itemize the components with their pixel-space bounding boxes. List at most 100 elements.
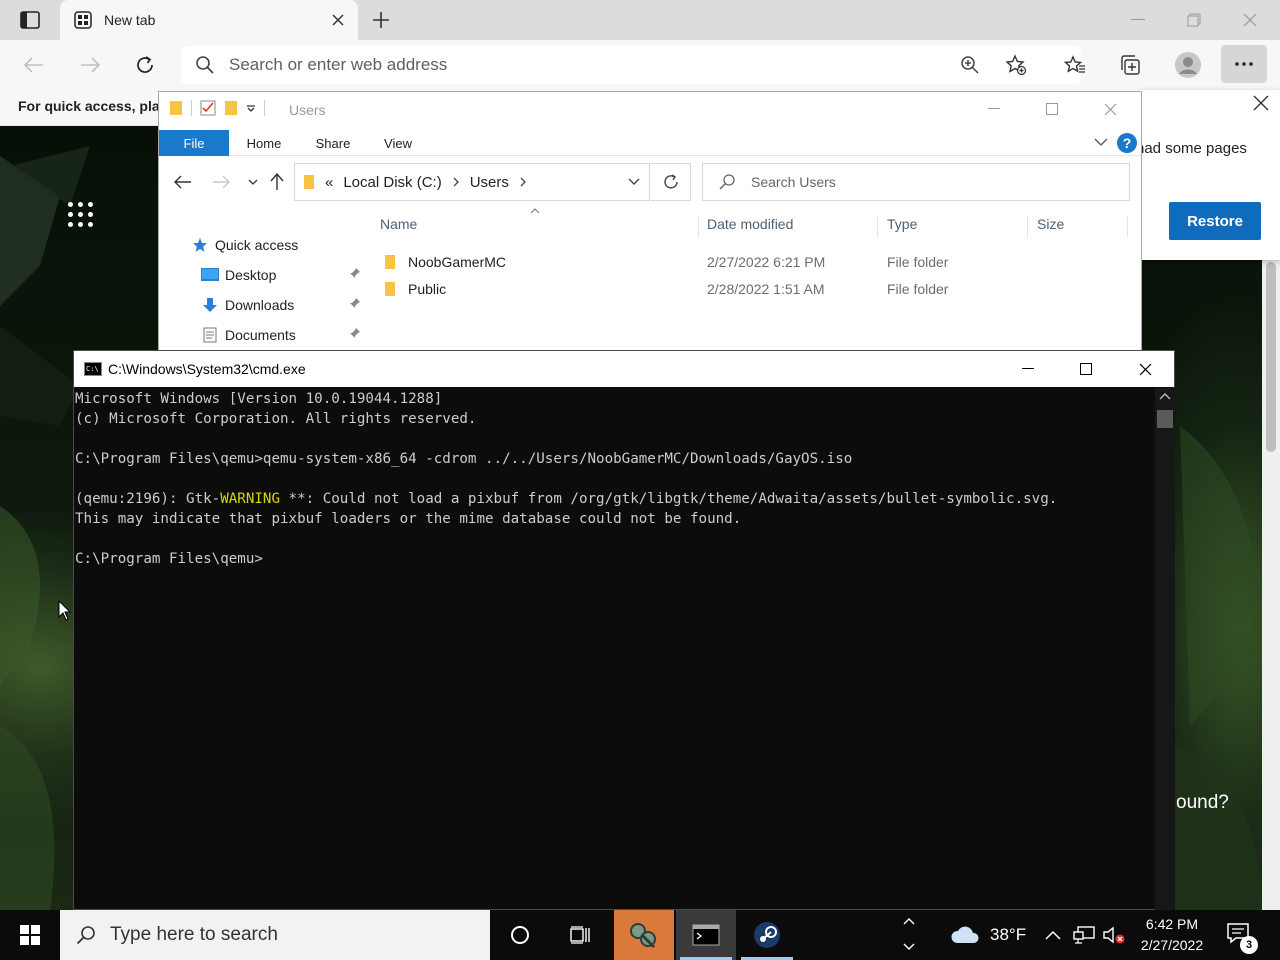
- file-date: 2/28/2022 1:51 AM: [707, 281, 825, 297]
- taskbar-clock[interactable]: 6:42 PM 2/27/2022: [1130, 914, 1214, 956]
- explorer-forward-button[interactable]: [209, 170, 233, 194]
- back-button[interactable]: [18, 49, 50, 81]
- chevron-up-icon[interactable]: [902, 916, 916, 926]
- explorer-address-bar[interactable]: « Local Disk (C:) Users: [294, 163, 650, 201]
- column-header-name[interactable]: Name: [371, 216, 699, 238]
- arrow-left-icon: [24, 57, 43, 73]
- favorites-button[interactable]: [1059, 49, 1091, 81]
- desktop-icon: [201, 268, 219, 281]
- explorer-back-button[interactable]: [171, 170, 195, 194]
- new-tab-button[interactable]: [366, 6, 396, 34]
- properties-icon[interactable]: [200, 100, 216, 116]
- add-favorite-button[interactable]: [1000, 49, 1032, 81]
- taskbar-search-placeholder: Type here to search: [110, 924, 278, 945]
- cmd-minimize-button[interactable]: [999, 351, 1057, 387]
- browser-minimize-button[interactable]: [1110, 0, 1166, 40]
- table-row[interactable]: Public 2/28/2022 1:51 AM File folder: [371, 277, 1141, 303]
- taskbar-scroll-buttons[interactable]: [900, 910, 918, 960]
- task-view-button[interactable]: [550, 910, 610, 960]
- collections-button[interactable]: [1114, 49, 1146, 81]
- taskbar-search-box[interactable]: Type here to search: [60, 910, 490, 960]
- start-button[interactable]: [0, 910, 60, 960]
- explorer-search-box[interactable]: Search Users: [702, 163, 1130, 201]
- chevron-down-icon[interactable]: [246, 103, 256, 113]
- taskbar-app-cmd[interactable]: [676, 910, 736, 960]
- restore-button[interactable]: Restore: [1169, 202, 1261, 240]
- breadcrumb-overflow[interactable]: «: [325, 174, 333, 191]
- expand-ribbon-icon[interactable]: [1093, 134, 1109, 150]
- refresh-button[interactable]: [129, 49, 161, 81]
- ribbon-tab-file[interactable]: File: [159, 130, 229, 156]
- up-level-button[interactable]: [265, 170, 289, 194]
- cmd-line: Microsoft Windows [Version 10.0.19044.12…: [75, 391, 443, 407]
- qemu-app-icon: [630, 923, 656, 949]
- clock-date: 2/27/2022: [1140, 937, 1204, 953]
- ribbon-tab-home[interactable]: Home: [235, 130, 293, 156]
- sidebar-item-documents[interactable]: Documents: [201, 322, 360, 348]
- help-button[interactable]: ?: [1117, 133, 1137, 153]
- chevron-right-icon[interactable]: [519, 177, 527, 187]
- cortana-button[interactable]: [490, 910, 550, 960]
- network-icon: [1073, 926, 1095, 944]
- ribbon-tab-share[interactable]: Share: [305, 130, 361, 156]
- browser-close-button[interactable]: [1222, 0, 1278, 40]
- cmd-output[interactable]: Microsoft Windows [Version 10.0.19044.12…: [74, 389, 1154, 909]
- weather-widget[interactable]: 38°F: [950, 910, 1026, 960]
- explorer-maximize-button[interactable]: [1023, 92, 1081, 126]
- star-add-icon: [1005, 54, 1027, 76]
- ribbon-tab-view[interactable]: View: [373, 130, 423, 156]
- cmd-app-icon: C:\: [84, 362, 102, 376]
- taskbar-app-qemu[interactable]: [614, 910, 674, 960]
- download-icon: [203, 298, 217, 312]
- explorer-close-button[interactable]: [1081, 92, 1139, 126]
- scroll-up-icon[interactable]: [1159, 392, 1171, 400]
- explorer-refresh-button[interactable]: [651, 163, 691, 201]
- scrollbar-thumb[interactable]: [1157, 410, 1173, 428]
- chevron-up-icon: [1045, 930, 1061, 940]
- divider: [191, 100, 192, 116]
- tab-new-tab[interactable]: New tab: [60, 0, 358, 40]
- table-row[interactable]: NoobGamerMC 2/27/2022 6:21 PM File folde…: [371, 250, 1141, 276]
- network-button[interactable]: [1073, 910, 1095, 960]
- cmd-maximize-button[interactable]: [1057, 351, 1115, 387]
- show-hidden-icons-button[interactable]: [1044, 910, 1062, 960]
- column-header-type[interactable]: Type: [878, 216, 1028, 238]
- scrollbar-thumb[interactable]: [1266, 262, 1276, 452]
- maximize-icon: [1080, 363, 1092, 375]
- browser-restore-button[interactable]: [1166, 0, 1222, 40]
- clock-time: 6:42 PM: [1145, 916, 1199, 932]
- forward-button[interactable]: [74, 49, 106, 81]
- column-header-date-modified[interactable]: Date modified: [698, 216, 878, 238]
- apps-launcher-icon[interactable]: [66, 200, 96, 230]
- tab-actions-button[interactable]: [8, 6, 52, 34]
- plus-icon: [373, 12, 389, 28]
- restore-popup-close-button[interactable]: [1250, 92, 1272, 114]
- sidebar-item-downloads[interactable]: Downloads: [201, 292, 360, 318]
- taskbar-app-steam[interactable]: [737, 910, 797, 960]
- search-icon: [719, 174, 735, 190]
- chevron-down-icon[interactable]: [902, 942, 916, 952]
- command-prompt-window[interactable]: C:\ C:\Windows\System32\cmd.exe Microsof…: [73, 350, 1175, 910]
- search-icon: [196, 56, 214, 74]
- chevron-down-icon[interactable]: [627, 175, 641, 189]
- new-folder-icon[interactable]: [224, 100, 238, 116]
- action-center-button[interactable]: 3: [1222, 918, 1262, 954]
- cmd-close-button[interactable]: [1116, 351, 1174, 387]
- cmd-scrollbar[interactable]: [1155, 388, 1175, 910]
- breadcrumb-users[interactable]: Users: [470, 174, 509, 191]
- column-header-size[interactable]: Size: [1028, 216, 1128, 238]
- sidebar-item-quick-access[interactable]: Quick access: [191, 232, 298, 258]
- zoom-button[interactable]: [954, 49, 986, 81]
- profile-button[interactable]: [1172, 49, 1204, 81]
- tab-close-button[interactable]: [328, 10, 348, 30]
- ribbon-tabs: File Home Share View ?: [159, 130, 1141, 156]
- explorer-minimize-button[interactable]: [965, 92, 1023, 126]
- breadcrumb-local-disk[interactable]: Local Disk (C:): [343, 174, 441, 191]
- recent-locations-button[interactable]: [241, 170, 265, 194]
- quick-access-toolbar: [169, 100, 265, 116]
- settings-more-button[interactable]: [1221, 45, 1267, 83]
- address-bar[interactable]: Search or enter web address: [181, 46, 1081, 84]
- chevron-right-icon[interactable]: [452, 177, 460, 187]
- volume-button[interactable]: [1102, 910, 1126, 960]
- sidebar-item-desktop[interactable]: Desktop: [201, 262, 360, 288]
